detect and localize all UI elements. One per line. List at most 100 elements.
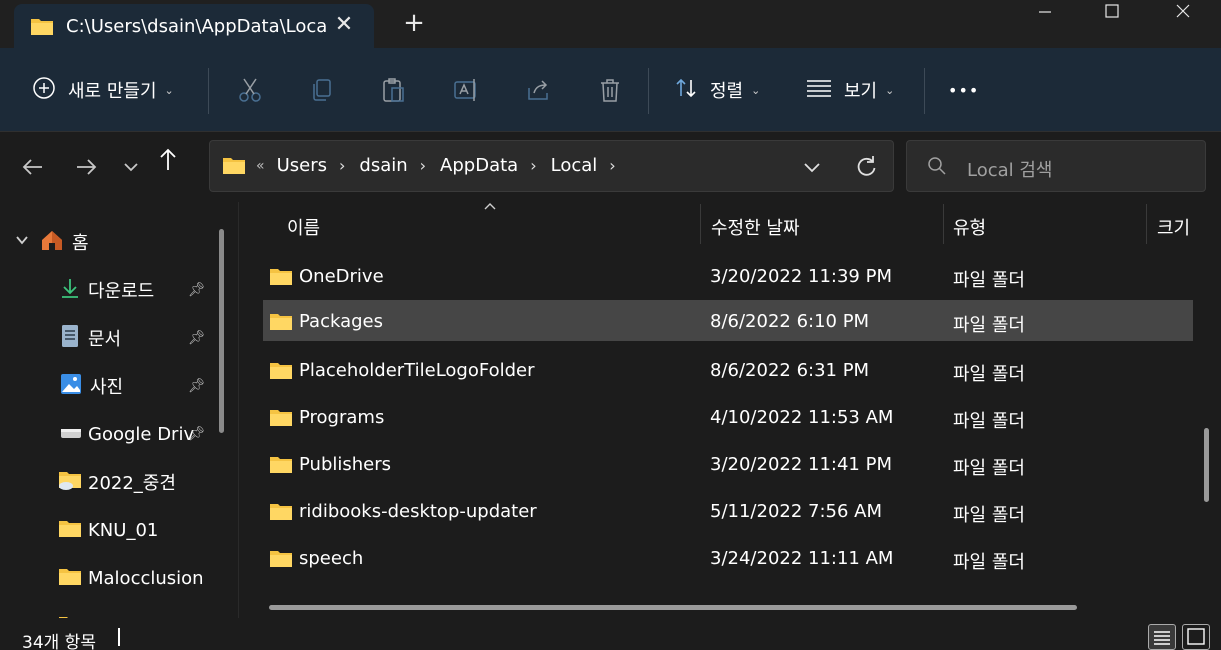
breadcrumb-users[interactable]: Users: [277, 155, 327, 176]
recent-locations-icon[interactable]: [116, 152, 146, 182]
sidebar-item-downloads[interactable]: 다운로드 📌︎: [60, 270, 206, 310]
sidebar-item-home[interactable]: 홈: [14, 222, 89, 262]
copy-icon[interactable]: [308, 76, 336, 104]
horizontal-scrollbar[interactable]: [269, 605, 1077, 610]
sidebar-item-label: 2022_중견: [88, 473, 176, 494]
view-label: 보기: [844, 81, 878, 102]
cut-icon[interactable]: [236, 76, 264, 104]
address-dropdown-icon[interactable]: [798, 153, 826, 181]
up-arrow-icon[interactable]: [153, 144, 183, 174]
text-cursor: [118, 628, 120, 646]
table-row-selected[interactable]: Packages 8/6/2022 6:10 PM 파일 폴더: [263, 300, 1193, 341]
divider: [208, 68, 209, 114]
command-bar: 새로 만들기 ⌄ 정렬 ⌄ 보기 ⌄ •••: [0, 48, 1221, 132]
file-name: Programs: [299, 407, 385, 428]
breadcrumb-appdata[interactable]: AppData: [440, 155, 518, 176]
folder-icon: [269, 548, 293, 573]
sidebar-item-label: KNU_01: [88, 519, 159, 541]
navigation-pane: 홈 다운로드 📌︎ 문서 📌︎ 사진 📌︎ Google Driv 📌︎ 202…: [0, 202, 238, 618]
view-button[interactable]: 보기 ⌄: [806, 74, 894, 106]
pin-icon[interactable]: 📌︎: [188, 426, 206, 442]
column-header-size[interactable]: 크기: [1157, 214, 1190, 240]
new-button[interactable]: 새로 만들기 ⌄: [32, 74, 174, 106]
new-tab-button[interactable]: +: [400, 10, 428, 38]
sort-button[interactable]: 정렬 ⌄: [674, 74, 760, 106]
folder-icon: [30, 16, 54, 41]
sidebar-item-knu-01[interactable]: KNU_01: [58, 510, 158, 550]
more-options-button[interactable]: •••: [948, 74, 979, 106]
chevron-right-icon[interactable]: ›: [609, 156, 615, 175]
column-divider[interactable]: [700, 204, 701, 244]
sidebar-item-pictures[interactable]: 사진 📌︎: [60, 366, 206, 406]
file-modified: 3/24/2022 11:11 AM: [710, 548, 894, 569]
title-bar: C:\Users\dsain\AppData\Local ✕ +: [0, 0, 1221, 48]
chevron-right-icon[interactable]: ›: [530, 156, 536, 175]
details-view-button[interactable]: [1148, 624, 1176, 650]
search-input[interactable]: Local 검색: [967, 156, 1053, 182]
sidebar-item-malocclusion[interactable]: Malocclusion: [58, 558, 204, 598]
table-row[interactable]: ridibooks-desktop-updater 5/11/2022 7:56…: [263, 490, 1193, 531]
sidebar-item-documents[interactable]: 문서 📌︎: [60, 318, 206, 358]
sidebar-item-partial[interactable]: [58, 606, 82, 618]
file-name: Packages: [299, 311, 383, 332]
breadcrumb-overflow[interactable]: «: [256, 158, 265, 174]
table-row[interactable]: speech 3/24/2022 11:11 AM 파일 폴더: [263, 537, 1193, 578]
vertical-scrollbar[interactable]: [1204, 428, 1209, 502]
column-header-type[interactable]: 유형: [953, 214, 986, 240]
chevron-right-icon[interactable]: ›: [420, 156, 426, 175]
refresh-icon[interactable]: [852, 153, 880, 181]
delete-icon[interactable]: [596, 76, 624, 104]
table-row[interactable]: Programs 4/10/2022 11:53 AM 파일 폴더: [263, 396, 1193, 437]
tab-title: C:\Users\dsain\AppData\Local: [66, 16, 326, 37]
sidebar-scrollbar[interactable]: [219, 229, 224, 433]
breadcrumb-dsain[interactable]: dsain: [359, 155, 407, 176]
divider: [648, 68, 649, 114]
file-modified: 5/11/2022 7:56 AM: [710, 501, 883, 522]
back-arrow-icon[interactable]: [18, 152, 48, 182]
sidebar-item-label: Google Driv: [88, 423, 195, 445]
close-tab-icon[interactable]: ✕: [332, 14, 356, 38]
download-icon: [60, 277, 80, 304]
close-window-button[interactable]: [1160, 0, 1206, 30]
share-icon[interactable]: [524, 76, 552, 104]
pin-icon[interactable]: 📌︎: [188, 330, 206, 346]
folder-icon: [269, 311, 293, 336]
minimize-button[interactable]: [1022, 0, 1068, 30]
forward-arrow-icon[interactable]: [71, 152, 101, 182]
expand-chevron-icon[interactable]: [14, 232, 30, 253]
file-name: Publishers: [299, 454, 392, 475]
address-bar[interactable]: « Users › dsain › AppData › Local ›: [209, 140, 894, 192]
column-header-modified[interactable]: 수정한 날짜: [711, 214, 800, 240]
divider: [924, 68, 925, 114]
cloud-folder-icon: [58, 469, 82, 496]
breadcrumb-local[interactable]: Local: [551, 155, 598, 176]
column-header-name[interactable]: 이름: [287, 214, 320, 240]
file-modified: 3/20/2022 11:41 PM: [710, 454, 892, 475]
sidebar-item-google-drive[interactable]: Google Driv 📌︎: [60, 414, 206, 454]
large-icons-view-button[interactable]: [1182, 624, 1210, 650]
pin-icon[interactable]: 📌︎: [188, 378, 206, 394]
folder-icon: [269, 266, 293, 291]
paste-icon[interactable]: [380, 76, 408, 104]
folder-icon: [58, 566, 82, 591]
search-box[interactable]: Local 검색: [906, 140, 1206, 192]
column-divider[interactable]: [943, 204, 944, 244]
folder-icon: [222, 155, 246, 180]
folder-icon: [269, 407, 293, 432]
plus-circle-icon: [32, 76, 56, 105]
pin-icon[interactable]: 📌︎: [188, 282, 206, 298]
column-divider[interactable]: [1146, 204, 1147, 244]
table-row[interactable]: Publishers 3/20/2022 11:41 PM 파일 폴더: [263, 443, 1193, 484]
table-row[interactable]: PlaceholderTileLogoFolder 8/6/2022 6:31 …: [263, 349, 1193, 390]
file-type: 파일 폴더: [953, 505, 1025, 526]
new-button-label: 새로 만들기: [68, 81, 157, 102]
folder-icon: [269, 360, 293, 385]
rename-icon[interactable]: [452, 76, 480, 104]
active-tab[interactable]: C:\Users\dsain\AppData\Local ✕: [14, 4, 374, 48]
maximize-button[interactable]: [1089, 0, 1135, 30]
file-type: 파일 폴더: [953, 315, 1025, 336]
chevron-right-icon[interactable]: ›: [339, 156, 345, 175]
file-modified: 4/10/2022 11:53 AM: [710, 407, 894, 428]
sidebar-item-2022[interactable]: 2022_중견: [58, 462, 176, 502]
table-row[interactable]: OneDrive 3/20/2022 11:39 PM 파일 폴더: [263, 255, 1193, 296]
